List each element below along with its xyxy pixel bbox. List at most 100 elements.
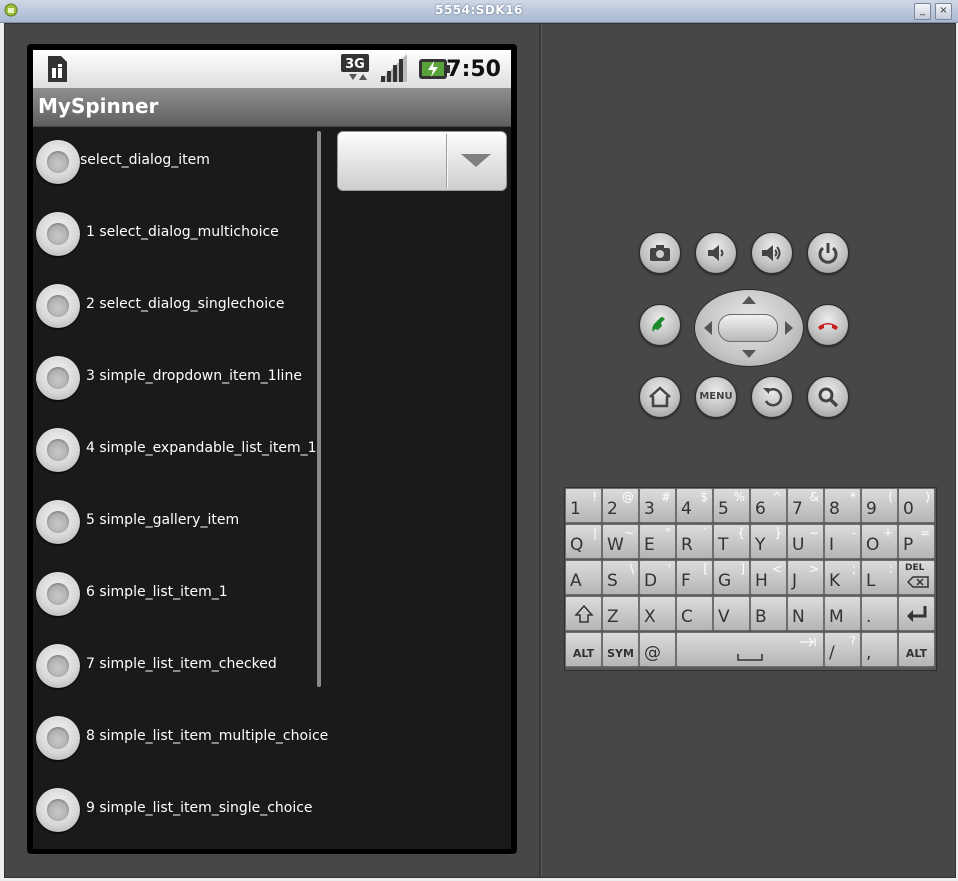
key-r[interactable]: R ` [676,524,713,559]
end-call-button[interactable] [807,304,849,346]
key-s[interactable]: S \ [602,560,639,595]
key-t[interactable]: T{ [713,524,750,559]
camera-icon [650,245,670,261]
list-item[interactable]: 1 select_dialog_multichoice [33,199,333,271]
key-f[interactable]: F[ [676,560,713,595]
radio-button[interactable] [36,644,80,688]
key-o[interactable]: O + [861,524,898,559]
list-item-label: 4 simple_expandable_list_item_1 [86,440,317,456]
key-l[interactable]: L: [861,560,898,595]
key-p[interactable]: P = [898,524,935,559]
radio-button[interactable] [36,428,80,472]
key-0[interactable]: 0) [898,488,935,523]
key-x[interactable]: X [639,596,676,631]
radio-button[interactable] [36,716,80,760]
close-button[interactable]: × [935,3,952,20]
key-sym[interactable]: SYM [602,632,639,667]
tab-icon [800,637,816,647]
list-item[interactable]: 2 select_dialog_singlechoice [33,271,333,343]
list-item-label: 1 select_dialog_multichoice [86,224,279,240]
volume-down-button[interactable] [695,232,737,274]
key-at[interactable]: @ [639,632,676,667]
spinner-dropdown[interactable] [337,131,507,191]
key-alt-right[interactable]: ALT [898,632,935,667]
dpad-up-icon[interactable] [742,296,756,304]
key-g[interactable]: G] [713,560,750,595]
key-enter[interactable] [898,596,935,631]
key-d[interactable]: D ' [639,560,676,595]
list-item[interactable]: 4 simple_expandable_list_item_1 [33,415,333,487]
call-button[interactable] [639,304,681,346]
key-z[interactable]: Z [602,596,639,631]
radio-button[interactable] [36,212,80,256]
key-delete[interactable]: DEL [898,560,935,595]
key-u[interactable]: U − [787,524,824,559]
key-m[interactable]: M [824,596,861,631]
dpad[interactable] [694,289,804,367]
key-8[interactable]: 8 * [824,488,861,523]
list-item[interactable]: 3 simple_dropdown_item_1line [33,343,333,415]
key-7[interactable]: 7 & [787,488,824,523]
key-h[interactable]: H < [750,560,787,595]
home-button[interactable] [639,376,681,418]
key-w[interactable]: W ~ [602,524,639,559]
search-button[interactable] [807,376,849,418]
key-n[interactable]: N [787,596,824,631]
volume-up-button[interactable] [751,232,793,274]
key-4[interactable]: 4 $ [676,488,713,523]
radio-button[interactable] [36,500,80,544]
list-item[interactable]: 5 simple_gallery_item [33,487,333,559]
back-icon [763,388,783,407]
key-v[interactable]: V [713,596,750,631]
power-button[interactable] [807,232,849,274]
menu-button[interactable]: MENU [695,376,737,418]
minimize-button[interactable]: _ [914,3,931,20]
end-call-icon [818,323,838,330]
key-e[interactable]: E " [639,524,676,559]
dpad-left-icon[interactable] [704,321,712,335]
key-5[interactable]: 5% [713,488,750,523]
list-item[interactable]: select_dialog_item [33,127,333,199]
volume-up-icon [762,245,781,261]
key-shift[interactable] [565,596,602,631]
list-item[interactable]: 9 simple_list_item_single_choice [33,775,333,847]
radio-button[interactable] [36,572,80,616]
key-comma[interactable]: , [861,632,898,667]
camera-button[interactable] [639,232,681,274]
window-titlebar: 5554:SDK16 _ × [0,0,958,23]
key-slash[interactable]: /? [824,632,861,667]
radio-button[interactable] [36,140,80,184]
key-space[interactable] [676,632,824,667]
key-6[interactable]: 6 ^ [750,488,787,523]
key-a[interactable]: A [565,560,602,595]
key-c[interactable]: C [676,596,713,631]
key-9[interactable]: 9( [861,488,898,523]
home-icon [649,386,671,408]
layout-list: select_dialog_item 1 select_dialog_multi… [33,127,328,849]
key-j[interactable]: J > [787,560,824,595]
radio-button[interactable] [36,356,80,400]
key-period[interactable]: . [861,596,898,631]
key-y[interactable]: Y} [750,524,787,559]
key-q[interactable]: Q | [565,524,602,559]
list-item[interactable]: 7 simple_list_item_checked [33,631,333,703]
key-3[interactable]: 3 # [639,488,676,523]
back-button[interactable] [751,376,793,418]
spinner-separator [446,134,448,188]
dpad-center-button[interactable] [718,314,778,342]
list-scrollbar[interactable] [317,131,321,687]
signal-icon [379,54,407,82]
list-item[interactable]: 6 simple_list_item_1 [33,559,333,631]
dpad-right-icon[interactable] [785,321,793,335]
key-i[interactable]: I- [824,524,861,559]
radio-button[interactable] [36,788,80,832]
app-content: select_dialog_item 1 select_dialog_multi… [33,127,511,849]
key-alt-left[interactable]: ALT [565,632,602,667]
dpad-down-icon[interactable] [742,350,756,358]
radio-button[interactable] [36,284,80,328]
key-1[interactable]: 1! [565,488,602,523]
key-b[interactable]: B [750,596,787,631]
list-item[interactable]: 8 simple_list_item_multiple_choice [33,703,333,775]
key-k[interactable]: K; [824,560,861,595]
key-2[interactable]: 2 @ [602,488,639,523]
